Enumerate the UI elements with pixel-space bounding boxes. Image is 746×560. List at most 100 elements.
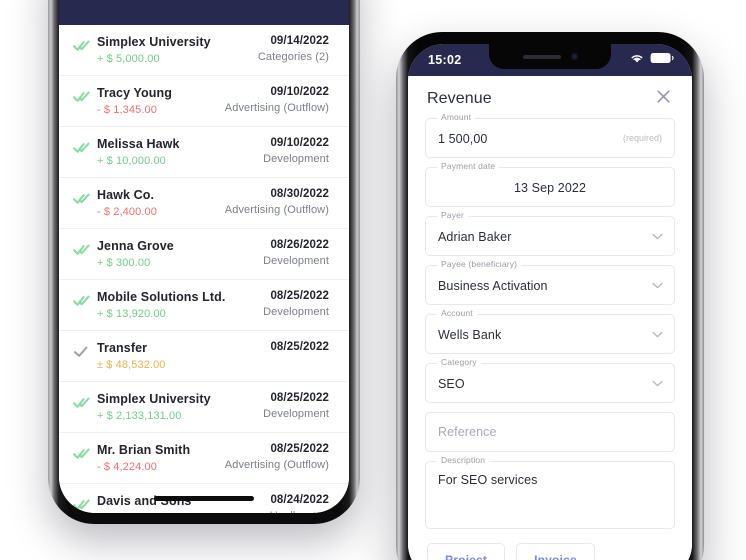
close-button[interactable] — [653, 89, 673, 109]
transaction-amount: + $ 13,920.00 — [97, 308, 166, 320]
chevron-down-icon[interactable] — [652, 227, 663, 245]
transaction-date: 08/24/2022 — [270, 494, 329, 506]
field-value-payee[interactable]: Business Activation — [426, 266, 674, 304]
field-payee[interactable]: Payee (beneficiary) Business Activation — [425, 260, 675, 305]
transaction-meta: 08/30/2022 Advertising (Outflow) — [217, 188, 329, 216]
field-value-reference[interactable]: Reference — [426, 413, 674, 451]
notch-camera — [570, 53, 578, 60]
confirmed-check-icon — [73, 239, 97, 256]
transaction-amount: + $ 2,133,131.00 — [97, 410, 182, 422]
field-description[interactable]: Description For SEO services — [425, 456, 675, 529]
confirmed-check-icon — [73, 86, 97, 103]
transaction-category: Advertising (Outflow) — [224, 102, 329, 114]
transaction-name: Melissa Hawk — [97, 137, 180, 151]
transaction-row[interactable]: Tracy Young - $ 1,345.00 09/10/2022 Adverti… — [59, 76, 349, 127]
transaction-meta: 09/10/2022 Development — [255, 137, 329, 165]
confirmed-check-icon — [73, 443, 97, 460]
field-label-payer: Payer — [437, 211, 468, 220]
transaction-list[interactable]: Simplex University + $ 5,000.00 09/14/2022… — [59, 25, 349, 513]
field-value-payment_date[interactable]: 13 Sep 2022 — [426, 168, 674, 206]
field-value-category[interactable]: SEO — [426, 364, 674, 402]
transaction-main: Mobile Solutions Ltd. + $ 13,920.00 — [97, 290, 255, 320]
transaction-row[interactable]: Jenna Grove + $ 300.00 08/26/2022 Developme… — [59, 229, 349, 280]
left-phone-screen: Simplex University + $ 5,000.00 09/14/2022… — [59, 0, 349, 513]
transaction-amount: + $ 5,000.00 — [97, 53, 160, 65]
confirmed-check-icon — [73, 290, 97, 307]
field-value-description[interactable]: For SEO services — [426, 462, 674, 498]
transaction-date: 08/25/2022 — [270, 341, 329, 353]
transaction-row[interactable]: Simplex University + $ 2,133,131.00 08/25/… — [59, 382, 349, 433]
transaction-amount: - $ 1,345.00 — [97, 104, 157, 116]
transaction-main: Simplex University + $ 5,000.00 — [97, 35, 250, 65]
project-button[interactable]: Project — [427, 543, 506, 560]
field-hint-amount: (required) — [622, 133, 662, 143]
transaction-category: Development — [263, 306, 329, 318]
transaction-row[interactable]: Mobile Solutions Ltd. + $ 13,920.00 08/25/… — [59, 280, 349, 331]
transaction-name: Simplex University — [97, 392, 211, 406]
transaction-row[interactable]: Transfer ± $ 48,532.00 08/25/2022 — [59, 331, 349, 382]
transaction-date: 08/25/2022 — [270, 443, 329, 455]
transaction-category: Development — [263, 255, 329, 267]
transaction-category: Advertising (Outflow) — [224, 204, 329, 216]
confirmed-check-icon — [73, 188, 97, 205]
transaction-name: Mobile Solutions Ltd. — [97, 290, 226, 304]
transaction-meta: 08/25/2022 Advertising (Outflow) — [217, 443, 329, 471]
transaction-meta: 08/25/2022 — [262, 341, 329, 357]
transaction-date: 08/25/2022 — [270, 392, 329, 404]
field-value-payer[interactable]: Adrian Baker — [426, 217, 674, 255]
transaction-main: Tracy Young - $ 1,345.00 — [97, 86, 217, 116]
transaction-date: 09/14/2022 — [270, 35, 329, 47]
status-bar: 15:02 — [408, 44, 692, 76]
chevron-down-icon[interactable] — [652, 276, 663, 294]
wifi-icon — [630, 51, 644, 69]
transaction-main: Hawk Co. - $ 2,400.00 — [97, 188, 217, 218]
field-label-amount: Amount — [437, 113, 476, 122]
transaction-meta: 09/14/2022 Categories (2) — [250, 35, 329, 63]
field-amount[interactable]: Amount 1 500,00 (required) — [425, 113, 675, 158]
transaction-name: Jenna Grove — [97, 239, 174, 253]
invoice-button[interactable]: Invoice — [516, 543, 595, 560]
transaction-date: 08/26/2022 — [270, 239, 329, 251]
transaction-main: Jenna Grove + $ 300.00 — [97, 239, 255, 269]
transaction-category: Categories (2) — [257, 51, 329, 63]
transaction-main: Transfer ± $ 48,532.00 — [97, 341, 262, 371]
transaction-category: Development — [263, 408, 329, 420]
transaction-row[interactable]: Simplex University + $ 5,000.00 09/14/2022… — [59, 25, 349, 76]
transaction-meta: 09/10/2022 Advertising (Outflow) — [217, 86, 329, 114]
chevron-down-icon[interactable] — [652, 325, 663, 343]
transaction-date: 09/10/2022 — [270, 137, 329, 149]
field-category[interactable]: Category SEO — [425, 358, 675, 403]
field-payer[interactable]: Payer Adrian Baker — [425, 211, 675, 256]
transaction-name: Tracy Young — [97, 86, 172, 100]
transaction-meta: 08/25/2022 Development — [255, 392, 329, 420]
transaction-amount: - $ 4,224.00 — [97, 461, 157, 473]
home-indicator — [154, 496, 254, 501]
form-action-buttons: Project Invoice — [425, 543, 675, 560]
screenshot-stage: Simplex University + $ 5,000.00 09/14/2022… — [0, 0, 746, 560]
field-payment_date[interactable]: Payment date 13 Sep 2022 — [425, 162, 675, 207]
confirmed-check-icon — [73, 494, 97, 511]
transaction-name: Mr. Brian Smith — [97, 443, 191, 457]
transaction-row[interactable]: Mr. Brian Smith - $ 4,224.00 08/25/2022 Adv… — [59, 433, 349, 484]
form-fields: Amount 1 500,00 (required) Payment date 13 S… — [425, 113, 675, 529]
transaction-category: Unallocated — [270, 510, 329, 513]
transaction-amount: + $ 10,000.00 — [97, 155, 166, 167]
left-phone-device: Simplex University + $ 5,000.00 09/14/2022… — [48, 0, 360, 524]
notch-speaker — [522, 54, 561, 59]
field-account[interactable]: Account Wells Bank — [425, 309, 675, 354]
transaction-row[interactable]: Melissa Hawk + $ 10,000.00 09/10/2022 Devel… — [59, 127, 349, 178]
transaction-date: 08/30/2022 — [270, 188, 329, 200]
transfer-check-icon — [73, 341, 97, 358]
transaction-meta: 08/25/2022 Development — [255, 290, 329, 318]
field-reference[interactable]: Reference — [425, 412, 675, 452]
revenue-form-sheet: Revenue Amount 1 500,00 (required) Payment … — [408, 76, 692, 560]
status-time: 15:02 — [428, 53, 462, 67]
transaction-category: Development — [263, 153, 329, 165]
transaction-name: Transfer — [97, 341, 148, 355]
transaction-date: 09/10/2022 — [270, 86, 329, 98]
chevron-down-icon[interactable] — [652, 374, 663, 392]
field-value-account[interactable]: Wells Bank — [426, 315, 674, 353]
right-phone-screen: 15:02 Revenue Amount 1 500,00 (required)… — [408, 44, 692, 560]
confirmed-check-icon — [73, 392, 97, 409]
transaction-row[interactable]: Hawk Co. - $ 2,400.00 08/30/2022 Advertisin… — [59, 178, 349, 229]
